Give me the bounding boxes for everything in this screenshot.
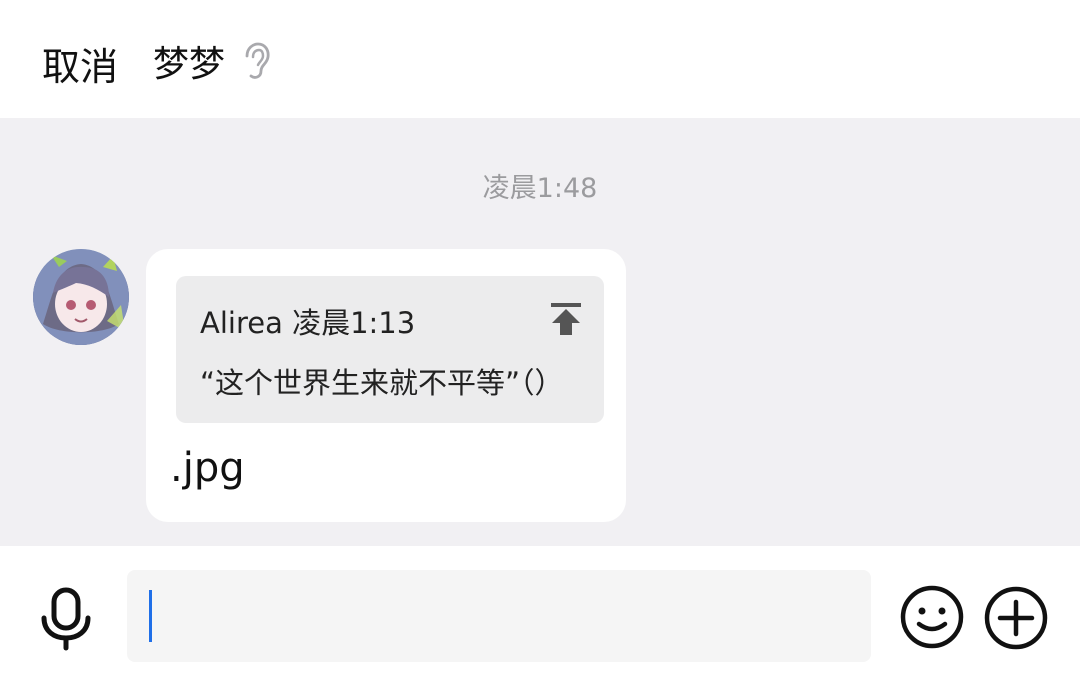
top-bar: 取消 梦梦 [0, 0, 1080, 118]
text-caret [149, 590, 152, 642]
quoted-message-text: “这个世界生来就不平等”（） [200, 366, 564, 400]
emoji-icon[interactable] [899, 584, 965, 650]
chat-area[interactable]: 凌晨1:48 Alirea 凌晨1:13 “这个世界生来就不平等”（） .jpg [0, 118, 1080, 546]
cancel-button[interactable]: 取消 [42, 36, 118, 91]
quoted-message-meta: Alirea 凌晨1:13 [200, 306, 416, 340]
quoted-message[interactable]: Alirea 凌晨1:13 “这个世界生来就不平等”（） [176, 276, 604, 423]
message-input[interactable] [127, 570, 871, 662]
ear-icon [239, 41, 271, 81]
mic-icon[interactable] [36, 586, 96, 652]
chat-title-text: 梦梦 [153, 44, 226, 85]
chat-title: 梦梦 [153, 38, 271, 85]
plus-icon[interactable] [983, 585, 1049, 651]
jump-to-top-icon[interactable] [548, 299, 584, 339]
message-bubble[interactable]: Alirea 凌晨1:13 “这个世界生来就不平等”（） .jpg [146, 249, 626, 522]
avatar[interactable] [33, 249, 129, 345]
input-bar [0, 546, 1080, 686]
message-timestamp: 凌晨1:48 [482, 173, 598, 204]
message-text: .jpg [170, 445, 245, 491]
